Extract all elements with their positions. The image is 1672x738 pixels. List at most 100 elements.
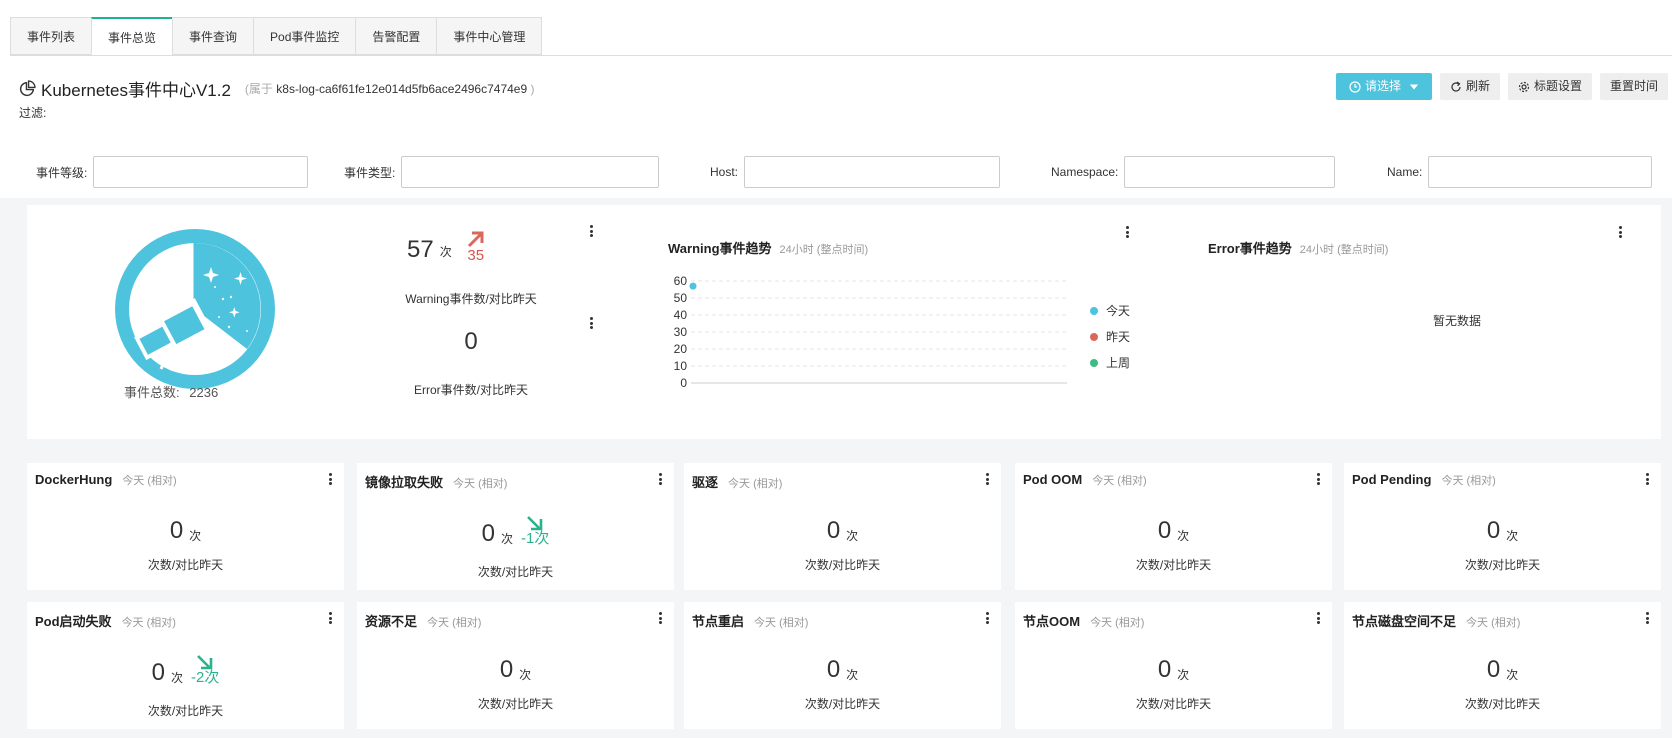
error-chart-more-icon[interactable] — [1613, 224, 1627, 240]
tab-event-query[interactable]: 事件查询 — [172, 17, 254, 55]
belong-prefix: (属于 — [244, 82, 273, 96]
stat-more-icon[interactable] — [980, 610, 994, 626]
stat-value: 0 — [1486, 517, 1501, 544]
stat-delta: -2次 — [191, 654, 219, 686]
time-select-button[interactable]: 请选择 — [1335, 73, 1432, 100]
stat-unit: 次 — [1177, 529, 1190, 543]
stat-more-icon[interactable] — [1640, 610, 1654, 626]
stat-value-row: 0 次 — [1344, 518, 1661, 544]
y-tick-label: 40 — [674, 308, 688, 322]
filter-event-type-label: 事件类型: — [344, 165, 396, 180]
warning-chart-subtitle: 24小时 (整点时间) — [779, 244, 869, 256]
stat-value-row: 0 次 -2次 — [27, 654, 344, 686]
stat-value: 0 — [481, 520, 495, 547]
y-tick-label: 0 — [680, 376, 687, 390]
telescope-illustration — [115, 229, 275, 389]
event-type-input[interactable] — [401, 156, 660, 188]
stat-card: 镜像拉取失败 今天 (相对) 0 次 -1次 次数/对比昨天 — [357, 463, 674, 590]
reset-time-button[interactable]: 重置时间 — [1599, 73, 1668, 100]
warning-count-more-icon[interactable] — [584, 223, 598, 239]
stat-unit: 次 — [1506, 529, 1519, 543]
title-settings-button[interactable]: 标题设置 — [1507, 73, 1592, 100]
stat-card-title: Pod Pending 今天 (相对) — [1352, 472, 1496, 488]
stat-label: 次数/对比昨天 — [1135, 697, 1212, 711]
stat-unit: 次 — [1177, 668, 1190, 682]
overview-more-icon[interactable] — [1668, 211, 1672, 227]
legend-yesterday: 昨天 — [1090, 328, 1130, 345]
warning-count: 57 次 35 — [407, 230, 486, 264]
stat-card: DockerHung 今天 (相对) 0 次 次数/对比昨天 — [27, 463, 344, 590]
event-level-input[interactable] — [93, 156, 309, 188]
stat-title-subtitle: 今天 (相对) — [427, 617, 482, 629]
warning-chart-title: Warning事件趋势 — [668, 241, 772, 256]
action-toolbar: 请选择 刷新 标题设置 重置时间 — [1335, 73, 1668, 100]
stat-value-row: 0 次 — [27, 518, 344, 544]
stat-title-subtitle: 今天 (相对) — [728, 478, 783, 490]
stat-title-text: 节点重启 — [692, 614, 745, 629]
total-events-label: 事件总数: — [124, 385, 180, 400]
stat-card-title: 驱逐 今天 (相对) — [692, 472, 782, 491]
stat-more-icon[interactable] — [1311, 610, 1325, 626]
y-tick-label: 60 — [674, 274, 688, 288]
data-point-今天[interactable] — [689, 282, 697, 290]
name-input[interactable] — [1428, 156, 1653, 188]
stat-label: 次数/对比昨天 — [804, 697, 881, 711]
y-tick-label: 50 — [674, 291, 688, 305]
stat-unit: 次 — [189, 529, 202, 543]
stat-more-icon[interactable] — [1640, 471, 1654, 487]
stat-unit: 次 — [519, 668, 532, 682]
stat-more-icon[interactable] — [323, 471, 337, 487]
stat-title-subtitle: 今天 (相对) — [121, 617, 176, 629]
arrow-up-right-icon — [467, 231, 484, 248]
page-title: Kubernetes事件中心V1.2 — [41, 81, 231, 100]
stat-title-text: Pod Pending — [1352, 472, 1432, 487]
tab-event-overview[interactable]: 事件总览 — [91, 17, 173, 55]
stat-more-icon[interactable] — [653, 610, 667, 626]
stat-title-text: Pod启动失败 — [35, 614, 112, 629]
legend-last-week-swatch — [1090, 358, 1098, 367]
stat-card: Pod启动失败 今天 (相对) 0 次 -2次 次数/对比昨天 — [27, 602, 344, 729]
filter-event-type: 事件类型: — [344, 156, 660, 188]
warning-chart-more-icon[interactable] — [1120, 224, 1134, 240]
error-chart-subtitle: 24小时 (整点时间) — [1299, 244, 1389, 256]
warning-chart-header: Warning事件趋势 24小时 (整点时间) — [668, 238, 868, 257]
tab-alert-config[interactable]: 告警配置 — [355, 17, 437, 55]
stat-card: 节点OOM 今天 (相对) 0 次 次数/对比昨天 — [1015, 602, 1332, 729]
stat-title-subtitle: 今天 (相对) — [122, 475, 177, 487]
overview-card: 事件总数: 2236 57 次 35 Warning事件数/对比昨天 0 Err… — [27, 205, 1661, 439]
stat-title-subtitle: 今天 (相对) — [1466, 617, 1521, 629]
stat-label: 次数/对比昨天 — [1464, 697, 1541, 711]
tab-bar: 事件列表 事件总览 事件查询 Pod事件监控 告警配置 事件中心管理 — [10, 17, 543, 55]
error-count-more-icon[interactable] — [584, 315, 598, 331]
stat-value: 0 — [169, 517, 184, 544]
stat-card: Pod OOM 今天 (相对) 0 次 次数/对比昨天 — [1015, 463, 1332, 590]
arrow-down-right-icon — [527, 516, 543, 531]
stat-value-row: 0 次 — [1344, 657, 1661, 683]
refresh-icon — [1451, 81, 1461, 92]
stat-more-icon[interactable] — [323, 610, 337, 626]
tab-event-center-admin[interactable]: 事件中心管理 — [436, 17, 543, 55]
stat-more-icon[interactable] — [653, 471, 667, 487]
stat-title-subtitle: 今天 (相对) — [453, 478, 508, 490]
legend-yesterday-swatch — [1090, 332, 1098, 341]
namespace-input[interactable] — [1124, 156, 1336, 188]
tab-pod-event-monitor[interactable]: Pod事件监控 — [253, 17, 356, 55]
tab-event-list[interactable]: 事件列表 — [10, 17, 92, 55]
warning-delta: 35 — [466, 230, 486, 264]
stat-card: 节点重启 今天 (相对) 0 次 次数/对比昨天 — [684, 602, 1001, 729]
belong-suffix: ) — [530, 82, 535, 96]
refresh-button[interactable]: 刷新 — [1439, 73, 1500, 100]
filter-name-label: Name: — [1387, 165, 1423, 179]
stat-value: 0 — [826, 517, 841, 544]
stat-title-text: 镜像拉取失败 — [365, 475, 444, 490]
error-chart-header: Error事件趋势 24小时 (整点时间) — [1208, 238, 1388, 257]
host-input[interactable] — [744, 156, 1001, 188]
stat-value: 0 — [1486, 656, 1501, 683]
y-tick-label: 30 — [674, 325, 688, 339]
error-chart-title: Error事件趋势 — [1208, 241, 1292, 256]
stat-more-icon[interactable] — [980, 471, 994, 487]
filter-namespace: Namespace: — [1051, 156, 1336, 188]
stat-title-text: 节点磁盘空间不足 — [1352, 614, 1457, 629]
stat-more-icon[interactable] — [1311, 471, 1325, 487]
total-events: 事件总数: 2236 — [124, 382, 218, 401]
